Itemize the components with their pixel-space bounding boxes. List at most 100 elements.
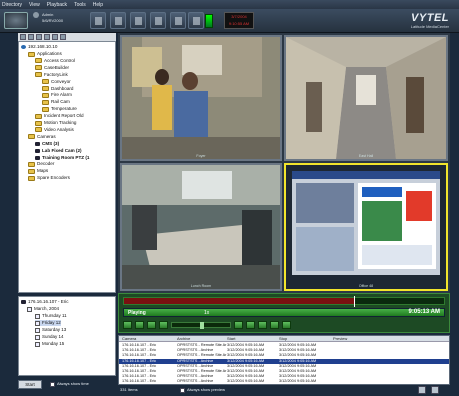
tree-item[interactable]: Dashboard <box>42 86 73 92</box>
timeline[interactable] <box>123 296 445 307</box>
folder-icon <box>42 86 49 91</box>
step-forward-icon[interactable] <box>234 320 243 329</box>
schedule-day[interactable]: Monday 15 <box>35 341 64 347</box>
tree-item[interactable]: Applications <box>28 51 62 57</box>
menu-item[interactable]: View <box>29 2 40 8</box>
hall-video-image <box>286 37 446 159</box>
tree-item[interactable]: Temperature <box>42 106 77 112</box>
tree-item[interactable]: Lab Fixed Cam (2) <box>35 148 82 154</box>
camera-button[interactable] <box>130 12 146 29</box>
stop-icon[interactable] <box>258 320 267 329</box>
schedule-day[interactable]: Thursday 11 <box>35 313 67 319</box>
table-cell: OPRSTSTS - Archive <box>177 379 214 384</box>
tree-item[interactable]: Motion Tracking <box>35 120 76 126</box>
step-back-icon[interactable] <box>135 320 144 329</box>
tree-item[interactable]: Conveyor <box>42 79 71 85</box>
time-display: 3/7/2004 9:10:55 AM <box>224 12 254 29</box>
schedule-day-label: Thursday 11 <box>42 313 67 318</box>
tree-item[interactable]: Cameras <box>28 134 56 140</box>
menu-bar: Directory View Playback Tools Help <box>0 0 459 9</box>
tree-item[interactable]: FactoryLink <box>35 72 68 78</box>
tree-item[interactable]: Spare Encoders <box>28 175 70 181</box>
tree-root[interactable]: 192.168.10.10 <box>21 44 57 50</box>
folder-icon <box>35 127 42 133</box>
tree-up-icon[interactable] <box>52 34 58 40</box>
col-start[interactable]: Start <box>227 336 235 342</box>
tree-item[interactable]: Access Control <box>35 58 75 64</box>
tree-folder-icon[interactable] <box>28 34 34 40</box>
folder-icon <box>35 120 42 126</box>
snapshot-icon[interactable] <box>270 320 279 329</box>
tree-search-icon[interactable] <box>44 34 50 40</box>
settings-icon[interactable] <box>418 386 426 394</box>
start-button[interactable]: Start <box>18 380 42 389</box>
export-button[interactable] <box>188 12 204 29</box>
lunch-room-video-image <box>122 165 280 289</box>
schedule-day-label: Monday 15 <box>42 341 65 346</box>
folder-icon <box>28 161 35 167</box>
tree-item[interactable]: Incident Report Old <box>35 113 84 119</box>
user-icon <box>33 12 39 18</box>
tree-item[interactable]: Maps <box>28 168 48 174</box>
playback-button[interactable] <box>150 12 166 29</box>
folder-icon <box>42 92 49 98</box>
always-show-preview-checkbox[interactable] <box>180 388 185 393</box>
results-header: Camera Archive Start Stop Preview <box>119 336 449 342</box>
playback-status: Playing 1x 9:05:13 AM <box>123 308 445 317</box>
always-show-time-checkbox[interactable] <box>50 382 55 387</box>
tree-item-label: CMS (3) <box>42 140 60 146</box>
video-pane-lunch-room[interactable]: Lunch Room <box>120 163 282 291</box>
schedule-day[interactable]: Saturday 13 <box>35 327 66 333</box>
time-line-2: 9:10:55 AM <box>228 21 250 26</box>
globe-icon <box>21 45 26 49</box>
tree-item[interactable]: Training Room PTZ (1 <box>35 155 89 161</box>
tree-root-label: 192.168.10.10 <box>28 44 58 49</box>
menu-item[interactable]: Help <box>93 2 103 8</box>
layout-1x1-button[interactable] <box>90 12 106 29</box>
col-stop[interactable]: Stop <box>279 336 287 342</box>
tree-item[interactable]: Rail Cam <box>42 99 70 105</box>
tree-new-icon[interactable] <box>20 34 26 40</box>
schedule-server[interactable]: 176.16.16.107 - Eric <box>21 299 69 305</box>
rewind-icon[interactable] <box>123 320 132 329</box>
tree-item-label: Decoder <box>37 161 55 167</box>
tree-item[interactable]: Video Analysis <box>35 127 74 133</box>
menu-item[interactable]: Directory <box>2 2 22 8</box>
col-camera[interactable]: Camera <box>122 336 136 342</box>
tree-item[interactable]: Fire Alarm <box>42 92 72 98</box>
camera-icon <box>35 155 40 160</box>
video-pane-east-hall[interactable]: East Hall <box>284 35 448 161</box>
timeline-cursor[interactable] <box>354 296 356 307</box>
col-preview[interactable]: Preview <box>333 336 347 342</box>
lock-icon[interactable] <box>431 386 439 394</box>
video-pane-foyer[interactable]: Foyer <box>120 35 282 161</box>
folder-icon <box>35 113 42 119</box>
status-bar: 331 Items Always show preview <box>118 386 450 395</box>
tree-delete-icon[interactable] <box>60 34 66 40</box>
tree-refresh-icon[interactable] <box>36 34 42 40</box>
speed-slider[interactable] <box>171 321 231 329</box>
layout-grid-button[interactable] <box>110 12 126 29</box>
tree-item-label: Conveyor <box>51 78 71 84</box>
table-cell: 3/12/2004 9:05:16 AM <box>227 379 265 384</box>
schedule-day[interactable]: Friday 12 <box>35 320 61 326</box>
playback-speed: 1x <box>204 310 210 316</box>
print-button[interactable] <box>170 12 186 29</box>
play-icon[interactable] <box>147 320 156 329</box>
tree-item[interactable]: Decoder <box>28 161 54 167</box>
tree-item[interactable]: CaseBuilder <box>35 65 69 71</box>
fast-forward-icon[interactable] <box>246 320 255 329</box>
video-pane-office-48[interactable]: Office 48 <box>284 163 448 291</box>
export-clip-icon[interactable] <box>282 320 291 329</box>
menu-item[interactable]: Tools <box>74 2 86 8</box>
menu-item[interactable]: Playback <box>47 2 67 8</box>
tree-item[interactable]: CMS (3) <box>35 141 59 147</box>
schedule-day[interactable]: Sunday 14 <box>35 334 64 340</box>
col-archive[interactable]: Archive <box>177 336 190 342</box>
schedule-month[interactable]: March, 2004 <box>27 306 59 312</box>
calendar-day-icon <box>35 320 40 326</box>
playback-clock: 9:05:13 AM <box>408 309 440 315</box>
office-video-image <box>286 165 446 289</box>
pause-icon[interactable] <box>159 320 168 329</box>
table-row[interactable]: 176.16.16.107 - Eric OPRSTSTS - Archive 3/… <box>119 379 449 384</box>
